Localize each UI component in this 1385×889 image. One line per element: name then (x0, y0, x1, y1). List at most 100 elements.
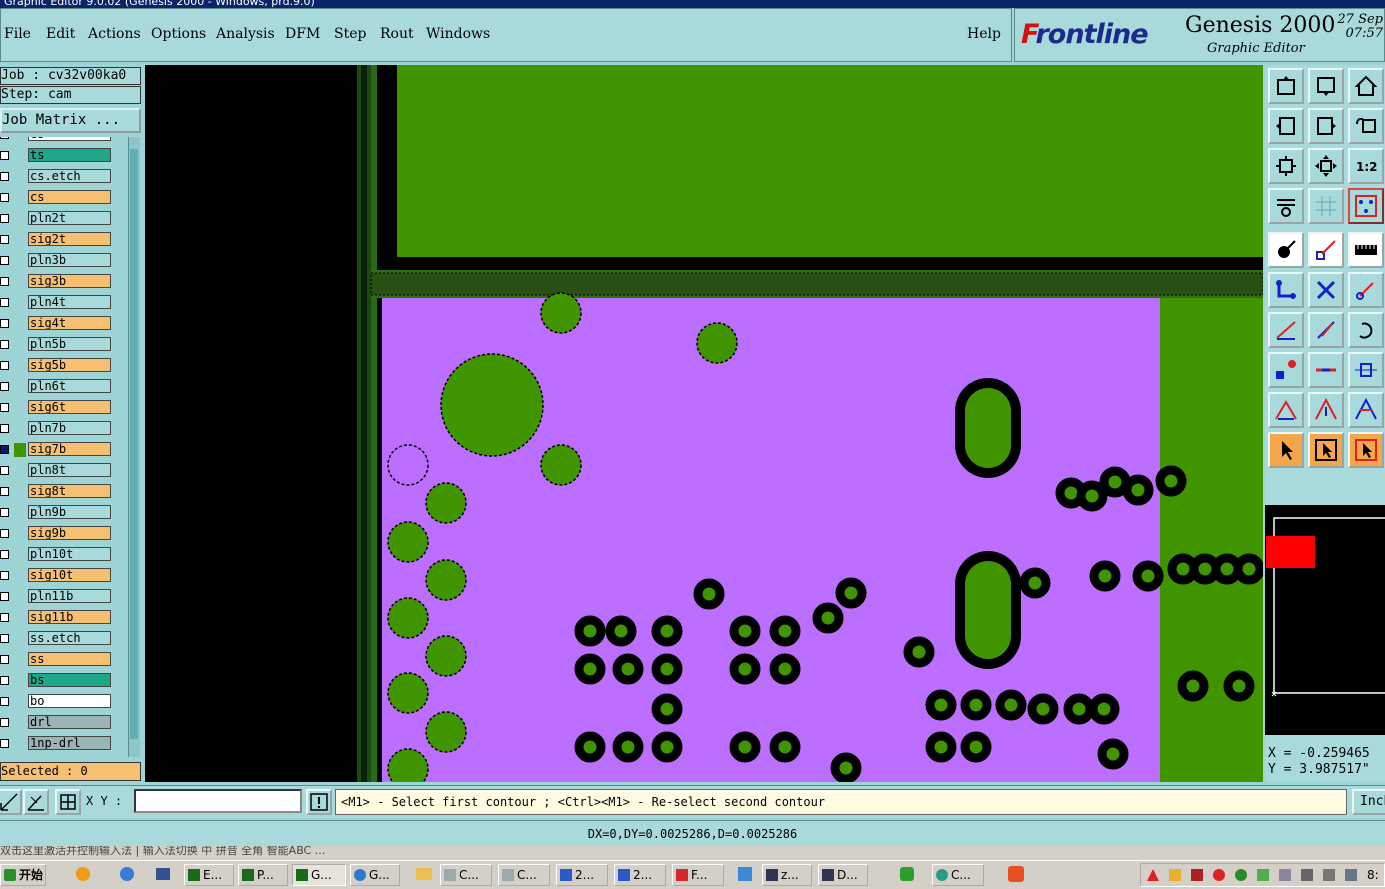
layer-checkbox[interactable] (0, 739, 9, 748)
layer-checkbox[interactable] (0, 214, 9, 223)
layer-row-sig11b[interactable]: sig11b (0, 610, 128, 626)
layer-checkbox[interactable] (0, 256, 9, 265)
layer-checkbox[interactable] (0, 340, 9, 349)
units-button[interactable]: Inch (1352, 789, 1385, 815)
layer-row-cs[interactable]: cs (0, 137, 128, 143)
horizontal-line-icon[interactable] (1308, 352, 1344, 388)
layer-name[interactable]: sig4t (28, 316, 111, 330)
layer-checkbox[interactable] (0, 487, 9, 496)
layer-row-bo[interactable]: bo (0, 694, 128, 710)
angle-mode-icon[interactable] (23, 789, 49, 815)
layer-row-pln10t[interactable]: pln10t (0, 547, 128, 563)
draw-line-icon[interactable] (1268, 312, 1304, 348)
zoom-page-up-icon[interactable] (1268, 68, 1304, 104)
layer-name[interactable]: sig2t (28, 232, 111, 246)
layer-name[interactable]: cs.etch (28, 169, 111, 183)
layer-row-ss.etch[interactable]: ss.etch (0, 631, 128, 647)
tray-folder-icon[interactable] (1169, 869, 1181, 881)
layer-row-cs.etch[interactable]: cs.etch (0, 169, 128, 185)
layer-checkbox[interactable] (0, 508, 9, 517)
layer-row-sig7b[interactable]: sig7b (0, 442, 128, 458)
app-p-icon[interactable] (900, 867, 914, 881)
tray-volume-icon[interactable] (1301, 869, 1313, 881)
menu-analysis[interactable]: Analysis (216, 26, 275, 42)
layer-row-sig3b[interactable]: sig3b (0, 274, 128, 290)
layer-checkbox[interactable] (0, 235, 9, 244)
layer-row-sig10t[interactable]: sig10t (0, 568, 128, 584)
delete-icon[interactable] (1308, 272, 1344, 308)
grid-icon[interactable] (1308, 188, 1344, 224)
rotate-icon[interactable] (1348, 312, 1384, 348)
pan-right-icon[interactable] (1308, 108, 1344, 144)
layer-checkbox[interactable] (0, 172, 9, 181)
xy-input[interactable] (134, 789, 302, 813)
layer-name[interactable]: pln6t (28, 379, 111, 393)
measure-icon[interactable] (1348, 232, 1384, 268)
start-button[interactable]: 开始 (0, 864, 46, 886)
layer-row-bs[interactable]: bs (0, 673, 128, 689)
layer-name[interactable]: drl (28, 715, 111, 729)
layer-checkbox[interactable] (0, 697, 9, 706)
taskbar-item-12[interactable]: C... (932, 864, 984, 886)
add-pad-icon[interactable] (1268, 232, 1304, 268)
layer-name[interactable]: sig3b (28, 274, 111, 288)
draw-diagonal-icon[interactable] (1308, 312, 1344, 348)
taskbar-item-2[interactable]: P... (238, 864, 288, 886)
pan-left-icon[interactable] (1268, 108, 1304, 144)
layer-checkbox[interactable] (0, 298, 9, 307)
layer-row-pln4t[interactable]: pln4t (0, 295, 128, 311)
triangle-add-icon[interactable] (1268, 392, 1304, 428)
layer-name[interactable]: pln9b (28, 505, 111, 519)
layer-name[interactable]: sig8t (28, 484, 111, 498)
layer-checkbox[interactable] (0, 403, 9, 412)
select-pointer-icon[interactable] (1268, 432, 1304, 468)
copy-feature-icon[interactable] (1268, 352, 1304, 388)
home-icon[interactable] (1348, 68, 1384, 104)
layer-checkbox[interactable] (0, 655, 9, 664)
layer-checkbox[interactable] (0, 529, 9, 538)
layer-name[interactable]: pln10t (28, 547, 111, 561)
layer-row-1np-drl[interactable]: 1np-drl (0, 736, 128, 752)
layer-name[interactable]: 1np-drl (28, 736, 111, 750)
tray-printer-icon[interactable] (1279, 869, 1291, 881)
settings-icon[interactable] (1268, 188, 1304, 224)
layer-name[interactable]: sig9b (28, 526, 111, 540)
layer-name[interactable]: pln4t (28, 295, 111, 309)
layer-name[interactable]: sig6t (28, 400, 111, 414)
layer-row-sig2t[interactable]: sig2t (0, 232, 128, 248)
layer-checkbox[interactable] (0, 613, 9, 622)
layer-row-sig6t[interactable]: sig6t (0, 400, 128, 416)
taskbar-item-3[interactable]: G... (292, 864, 346, 886)
quicklaunch-browser-icon[interactable] (120, 867, 134, 881)
layer-name[interactable]: ss (28, 652, 111, 666)
zoom-1to2-icon[interactable]: 1:2 (1348, 148, 1384, 184)
layer-name[interactable]: pln2t (28, 211, 111, 225)
scrollbar-thumb[interactable] (130, 149, 138, 739)
taskbar-item-10[interactable]: z... (762, 864, 812, 886)
layer-name[interactable]: bo (28, 694, 111, 708)
overview-map[interactable] (1265, 505, 1385, 735)
app-icon[interactable] (738, 867, 752, 881)
taskbar-item-11[interactable]: D... (818, 864, 868, 886)
layer-name[interactable]: pln5b (28, 337, 111, 351)
triangle-center-icon[interactable] (1308, 392, 1344, 428)
layer-checkbox[interactable] (0, 193, 9, 202)
layer-name[interactable]: pln8t (28, 463, 111, 477)
tray-shield-icon[interactable] (1235, 869, 1247, 881)
layer-checkbox[interactable] (0, 718, 9, 727)
layer-name[interactable]: pln3b (28, 253, 111, 267)
layer-checkbox[interactable] (0, 277, 9, 286)
triangle-line-icon[interactable] (1348, 392, 1384, 428)
menu-dfm[interactable]: DFM (285, 26, 320, 42)
tray-network2-icon[interactable] (1345, 869, 1357, 881)
taskbar-item-8[interactable]: 2... (614, 864, 666, 886)
layer-row-drl[interactable]: drl (0, 715, 128, 731)
layer-row-pln3b[interactable]: pln3b (0, 253, 128, 269)
menu-file[interactable]: File (4, 26, 31, 42)
layer-checkbox[interactable] (0, 592, 9, 601)
quicklaunch-desktop-icon[interactable] (156, 868, 170, 880)
menu-options[interactable]: Options (151, 26, 206, 42)
layer-checkbox[interactable] (0, 137, 9, 139)
layer-checkbox[interactable] (0, 550, 9, 559)
layer-checkbox[interactable] (0, 571, 9, 580)
